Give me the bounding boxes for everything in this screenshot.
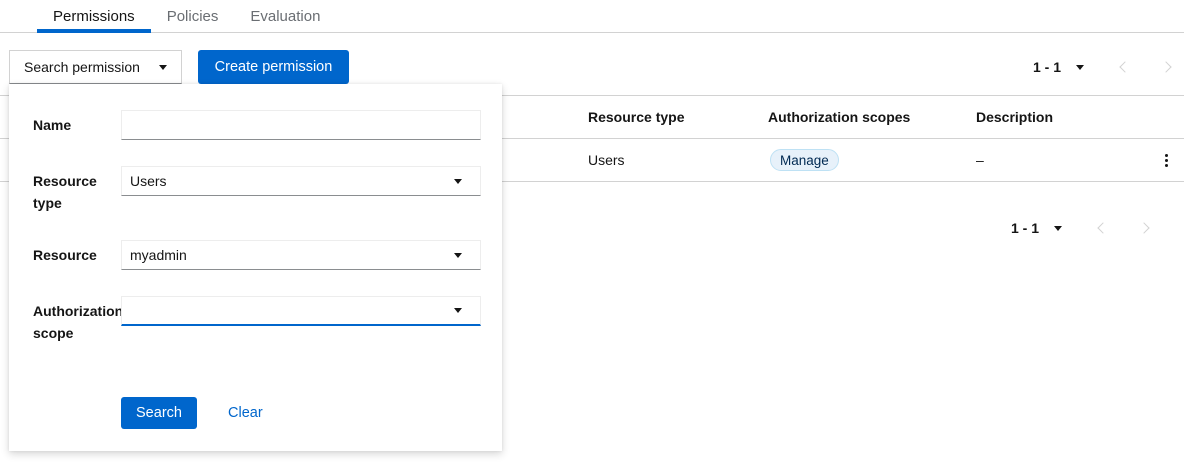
chevron-down-icon [454,308,462,313]
chevron-left-icon [1119,61,1130,72]
previous-page-button[interactable] [1116,60,1130,74]
search-permission-toggle[interactable]: Search permission [9,50,182,84]
create-permission-button[interactable]: Create permission [198,50,349,84]
form-row-resource: Resource myadmin [33,240,502,270]
resource-label: Resource [33,240,121,270]
chevron-down-icon [1054,226,1062,231]
tab-evaluation[interactable]: Evaluation [234,0,336,32]
search-permission-panel: Name Resource type Users Resource myadmi… [9,84,502,451]
resource-select[interactable]: myadmin [121,240,481,270]
tab-permissions[interactable]: Permissions [37,0,151,32]
search-panel-actions: Search Clear [121,397,502,429]
tab-policies-label: Policies [167,8,219,25]
chevron-right-icon [1160,61,1171,72]
chevron-left-icon [1097,222,1108,233]
cell-actions [1124,147,1184,173]
cell-resource-type: Users [588,152,768,168]
cell-description: – [976,152,1124,168]
pagination-range: 1 - 1 [1033,59,1061,75]
tab-bar: Permissions Policies Evaluation [0,0,1184,33]
per-page-menu-toggle[interactable] [1074,60,1086,74]
name-input[interactable] [121,110,481,140]
form-row-resource-type: Resource type Users [33,166,502,214]
header-authorization-scopes: Authorization scopes [768,109,976,125]
authorization-scope-select[interactable] [121,296,481,326]
next-page-button[interactable] [1160,60,1174,74]
resource-type-select-value: Users [130,173,167,189]
kebab-menu-icon[interactable] [1156,147,1176,173]
resource-select-value: myadmin [130,247,187,263]
chevron-down-icon [454,179,462,184]
chevron-down-icon [454,253,462,258]
form-row-name: Name [33,110,502,140]
chevron-down-icon [1076,65,1084,70]
resource-type-label: Resource type [33,166,121,214]
clear-button[interactable]: Clear [228,405,263,421]
permissions-page: Permissions Policies Evaluation Search p… [0,0,1184,464]
resource-type-select[interactable]: Users [121,166,481,196]
pagination-top: 1 - 1 [1033,50,1174,84]
per-page-menu-toggle[interactable] [1052,221,1064,235]
header-resource-type: Resource type [588,109,768,125]
authorization-scope-label: Authorization scope [33,296,121,344]
pagination-bottom: 1 - 1 [1011,211,1152,245]
search-button[interactable]: Search [121,397,197,429]
header-description: Description [976,109,1124,125]
tab-policies[interactable]: Policies [151,0,235,32]
scope-chip: Manage [770,149,839,171]
chevron-down-icon [159,65,167,70]
previous-page-button[interactable] [1094,221,1108,235]
chevron-right-icon [1138,222,1149,233]
search-permission-toggle-label: Search permission [24,59,140,75]
name-label: Name [33,110,121,140]
next-page-button[interactable] [1138,221,1152,235]
tab-permissions-label: Permissions [53,8,135,25]
form-row-authorization-scope: Authorization scope [33,296,502,344]
cell-authorization-scopes: Manage [768,149,976,171]
pagination-range: 1 - 1 [1011,220,1039,236]
tab-evaluation-label: Evaluation [250,8,320,25]
